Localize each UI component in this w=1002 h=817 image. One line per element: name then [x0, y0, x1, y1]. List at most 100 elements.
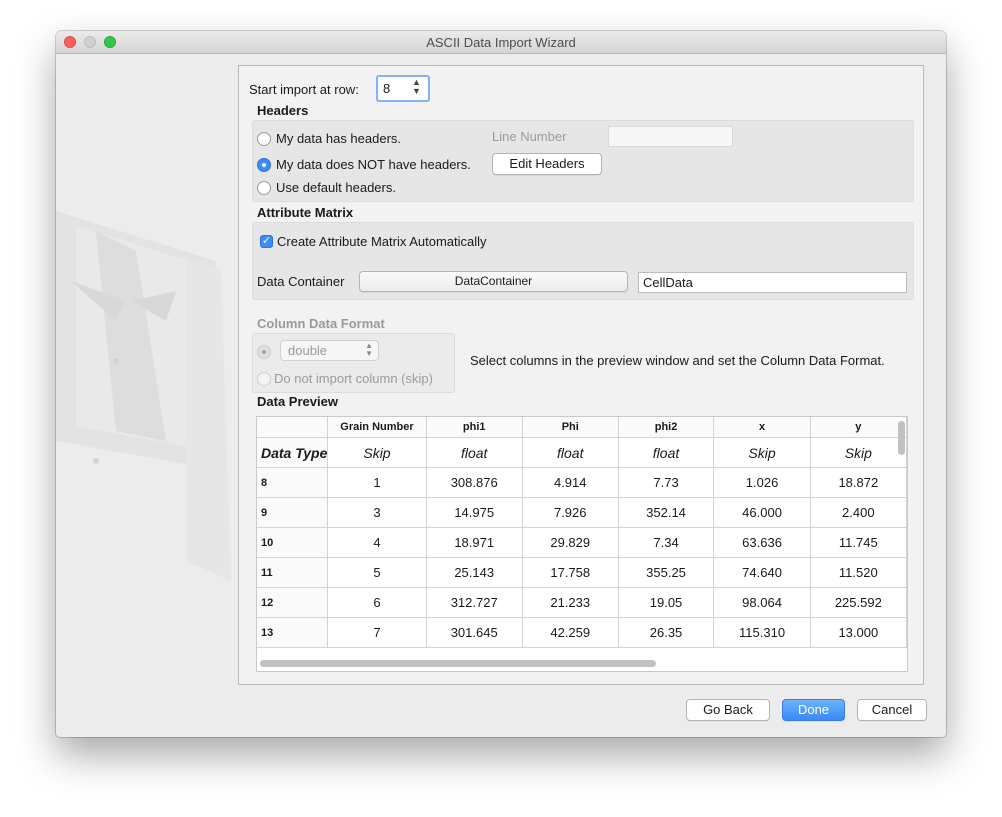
data-type-row: Data Type Skip float float float Skip Skip — [257, 437, 907, 468]
line-number-label: Line Number — [492, 129, 567, 144]
data-preview-section-title: Data Preview — [257, 394, 338, 409]
table-cell[interactable]: 7.926 — [522, 497, 619, 528]
row-number: 13 — [257, 617, 329, 648]
attribute-matrix-section-title: Attribute Matrix — [257, 205, 354, 220]
tuxedo-wizard-watermark — [56, 211, 231, 581]
has-headers-radio[interactable] — [257, 132, 271, 146]
window-title: ASCII Data Import Wizard — [426, 35, 576, 50]
table-cell[interactable]: 301.645 — [426, 617, 523, 648]
column-type-radio[interactable] — [257, 345, 271, 359]
start-row-value: 8 — [383, 81, 391, 96]
table-cell[interactable]: 308.876 — [426, 467, 523, 498]
attribute-matrix-name-field[interactable]: CellData — [638, 272, 907, 293]
table-cell[interactable]: 11.745 — [810, 527, 907, 558]
create-matrix-checkbox[interactable]: ✓ — [260, 235, 273, 248]
data-type-cell[interactable]: Skip — [327, 437, 427, 468]
skip-column-radio[interactable] — [257, 372, 271, 386]
table-cell[interactable]: 7.73 — [618, 467, 715, 498]
table-cell[interactable]: 1 — [327, 467, 427, 498]
select-chevrons-icon: ▲ ▼ — [365, 341, 373, 358]
line-number-field[interactable] — [608, 126, 733, 147]
table-cell[interactable]: 6 — [327, 587, 427, 618]
table-cell[interactable]: 1.026 — [713, 467, 811, 498]
column-format-hint: Select columns in the preview window and… — [470, 353, 885, 368]
done-button[interactable]: Done — [782, 699, 845, 721]
table-cell[interactable]: 25.143 — [426, 557, 523, 588]
table-cell[interactable]: 42.259 — [522, 617, 619, 648]
headers-section-title: Headers — [257, 103, 309, 118]
no-headers-label: My data does NOT have headers. — [276, 157, 471, 172]
data-container-label: Data Container — [257, 274, 345, 289]
cancel-button[interactable]: Cancel — [857, 699, 927, 721]
table-cell[interactable]: 225.592 — [810, 587, 907, 618]
no-headers-radio[interactable] — [257, 158, 271, 172]
table-cell[interactable]: 2.400 — [810, 497, 907, 528]
start-row-spinbox[interactable]: 8 ▲ ▼ — [376, 75, 430, 102]
preview-vertical-scrollbar[interactable] — [898, 421, 905, 455]
table-cell[interactable]: 7.34 — [618, 527, 715, 558]
table-cell[interactable]: 11.520 — [810, 557, 907, 588]
table-cell[interactable]: 115.310 — [713, 617, 811, 648]
table-cell[interactable]: 21.233 — [522, 587, 619, 618]
table-row[interactable]: 13 7 301.645 42.259 26.35 115.310 13.000 — [257, 617, 907, 648]
data-type-cell[interactable]: Skip — [810, 437, 907, 468]
start-import-label: Start import at row: — [249, 82, 359, 97]
table-row[interactable]: 10 4 18.971 29.829 7.34 63.636 11.745 — [257, 527, 907, 558]
preview-horizontal-scrollbar[interactable] — [260, 660, 656, 667]
table-cell[interactable]: 29.829 — [522, 527, 619, 558]
table-row[interactable]: 9 3 14.975 7.926 352.14 46.000 2.400 — [257, 497, 907, 528]
table-cell[interactable]: 352.14 — [618, 497, 715, 528]
column-header[interactable]: Grain Number — [327, 417, 427, 438]
data-type-cell[interactable]: Skip — [713, 437, 811, 468]
table-cell[interactable]: 19.05 — [618, 587, 715, 618]
table-cell[interactable]: 18.971 — [426, 527, 523, 558]
row-number: 12 — [257, 587, 329, 618]
table-cell[interactable]: 4 — [327, 527, 427, 558]
data-type-cell[interactable]: float — [522, 437, 619, 468]
create-matrix-label: Create Attribute Matrix Automatically — [277, 234, 487, 249]
default-headers-radio[interactable] — [257, 181, 271, 195]
table-cell[interactable]: 46.000 — [713, 497, 811, 528]
table-cell[interactable]: 3 — [327, 497, 427, 528]
go-back-button[interactable]: Go Back — [686, 699, 770, 721]
column-header[interactable]: phi1 — [426, 417, 523, 438]
column-type-value: double — [288, 343, 328, 358]
row-number: 11 — [257, 557, 329, 588]
column-header[interactable]: Phi — [522, 417, 619, 438]
data-container-selector[interactable]: DataContainer — [359, 271, 628, 292]
wizard-page: Start import at row: 8 ▲ ▼ Headers My dat… — [238, 65, 924, 685]
skip-column-label: Do not import column (skip) — [274, 371, 433, 386]
data-preview-table[interactable]: Grain Number phi1 Phi phi2 x y Data Type Skip f… — [256, 416, 908, 672]
table-cell[interactable]: 355.25 — [618, 557, 715, 588]
column-type-select[interactable]: double ▲ ▼ — [280, 340, 379, 361]
data-type-cell[interactable]: float — [426, 437, 523, 468]
table-cell[interactable]: 7 — [327, 617, 427, 648]
column-header[interactable]: phi2 — [618, 417, 715, 438]
stepper-arrows-icon[interactable]: ▲ ▼ — [412, 78, 421, 96]
column-format-section-title: Column Data Format — [257, 316, 385, 331]
import-wizard-window: ASCII Data Import Wizard Start import at… — [56, 31, 946, 737]
table-cell[interactable]: 74.640 — [713, 557, 811, 588]
table-cell[interactable]: 4.914 — [522, 467, 619, 498]
table-row[interactable]: 8 1 308.876 4.914 7.73 1.026 18.872 — [257, 467, 907, 498]
table-row[interactable]: 11 5 25.143 17.758 355.25 74.640 11.520 — [257, 557, 907, 588]
table-cell[interactable]: 14.975 — [426, 497, 523, 528]
table-cell[interactable]: 63.636 — [713, 527, 811, 558]
table-cell[interactable]: 17.758 — [522, 557, 619, 588]
row-number: 9 — [257, 497, 329, 528]
table-cell[interactable]: 5 — [327, 557, 427, 588]
edit-headers-button[interactable]: Edit Headers — [492, 153, 602, 175]
row-number: 8 — [257, 467, 329, 498]
data-type-cell[interactable]: float — [618, 437, 715, 468]
table-cell[interactable]: 312.727 — [426, 587, 523, 618]
title-bar[interactable]: ASCII Data Import Wizard — [56, 31, 946, 54]
table-cell[interactable]: 26.35 — [618, 617, 715, 648]
table-cell[interactable]: 18.872 — [810, 467, 907, 498]
row-number: 10 — [257, 527, 329, 558]
table-row[interactable]: 12 6 312.727 21.233 19.05 98.064 225.592 — [257, 587, 907, 618]
default-headers-label: Use default headers. — [276, 180, 396, 195]
table-cell[interactable]: 98.064 — [713, 587, 811, 618]
column-header[interactable]: x — [713, 417, 811, 438]
table-cell[interactable]: 13.000 — [810, 617, 907, 648]
column-header[interactable]: y — [810, 417, 907, 438]
